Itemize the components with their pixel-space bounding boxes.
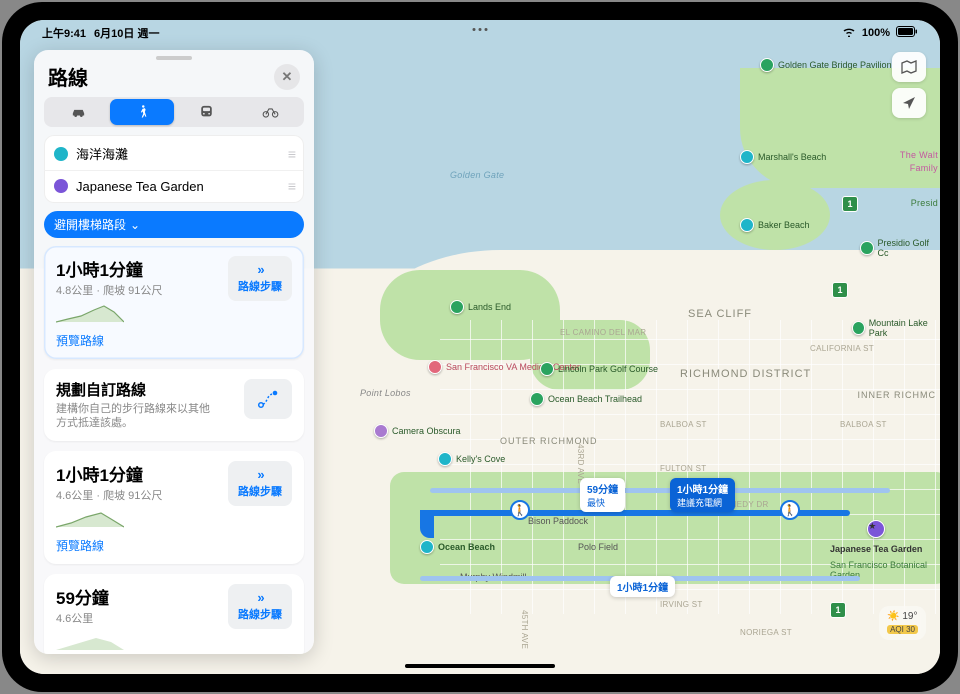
battery-percent: 100% <box>862 27 890 39</box>
street-balboa2: BALBOA ST <box>840 420 887 429</box>
label-seacliff: SEA CLIFF <box>688 308 752 320</box>
battery-icon <box>896 26 918 40</box>
origin-dot-icon <box>54 147 68 161</box>
route-time: 1小時1分鐘 <box>56 256 162 281</box>
label-inner-richmond: INNER RICHMC <box>858 390 937 400</box>
poi-mountain-lake[interactable]: Mountain Lake Park <box>852 318 940 338</box>
route-stops: 海洋海灘 ≡ Japanese Tea Garden ≡ <box>44 135 304 203</box>
street-california: CALIFORNIA ST <box>810 344 874 353</box>
chevrons-right-icon: » <box>238 590 282 605</box>
walker-icon: 🚶 <box>510 500 530 520</box>
shield-1a: 1 <box>842 196 858 212</box>
callout-1h[interactable]: 1小時1分鐘建議充電網 <box>670 478 735 512</box>
poi-polo[interactable]: Polo Field <box>578 542 618 552</box>
poi-lincoln-park[interactable]: Lincoln Park Golf Course <box>540 362 658 376</box>
label-walt: The Walt <box>900 150 938 160</box>
callout-1h-alt[interactable]: 1小時1分鐘 <box>610 576 675 597</box>
home-indicator[interactable] <box>405 664 555 668</box>
poi-bridge-pavilion[interactable]: Golden Gate Bridge Pavilion <box>760 58 892 72</box>
walker-icon-2: 🚶 <box>780 500 800 520</box>
mode-walk[interactable] <box>110 99 174 125</box>
poi-camera-obscura[interactable]: Camera Obscura <box>374 424 461 438</box>
multitask-dots[interactable] <box>473 28 488 31</box>
label-point-lobos: Point Lobos <box>360 388 411 398</box>
stop-to-label: Japanese Tea Garden <box>76 179 204 194</box>
route-steps-button[interactable]: » 路線步驟 <box>228 461 292 506</box>
chevrons-right-icon: » <box>238 262 282 277</box>
shield-1b: 1 <box>832 282 848 298</box>
poi-bison[interactable]: Bison Paddock <box>528 516 588 526</box>
elevation-graph-icon <box>56 302 124 324</box>
street-irving: IRVING ST <box>660 600 703 609</box>
weather-widget[interactable]: ☀️ 19° AQI 30 <box>879 606 926 640</box>
custom-route-card[interactable]: 規劃自訂路線 建構你自己的步行路線來以其他方式抵達該處。 <box>44 369 304 441</box>
poi-baker-beach[interactable]: Baker Beach <box>740 218 810 232</box>
poi-tea-garden[interactable]: ★Japanese Tea Garden <box>830 520 922 554</box>
elevation-graph-icon <box>56 630 124 652</box>
mode-transit[interactable] <box>174 99 238 125</box>
poi-marshalls-beach[interactable]: Marshall's Beach <box>740 150 826 164</box>
route-steps-button[interactable]: » 路線步驟 <box>228 584 292 629</box>
status-date: 6月10日 週一 <box>94 25 159 41</box>
chevrons-right-icon: » <box>238 467 282 482</box>
street-noriega: NORIEGA ST <box>740 628 792 637</box>
custom-route-icon <box>244 379 292 419</box>
poi-kellys-cove[interactable]: Kelly's Cove <box>438 452 505 466</box>
panel-grabber[interactable] <box>156 56 192 60</box>
elevation-graph-icon <box>56 507 124 529</box>
label-family: Family <box>910 163 938 173</box>
street-fulton: FULTON ST <box>660 464 706 473</box>
route-option-2[interactable]: 1小時1分鐘 4.6公里 · 爬坡 91公尺 » 路線步驟 預覽路線 <box>44 451 304 564</box>
chevron-down-icon: ⌄ <box>130 218 140 232</box>
reorder-handle-icon[interactable]: ≡ <box>288 178 294 194</box>
mode-car[interactable] <box>46 99 110 125</box>
stop-from[interactable]: 海洋海灘 ≡ <box>44 137 304 170</box>
directions-panel: 路線 ✕ 海洋海灘 <box>34 50 314 654</box>
route-sub: 4.8公里 · 爬坡 91公尺 <box>56 282 162 298</box>
map-mode-button[interactable] <box>892 52 926 82</box>
route-time: 1小時1分鐘 <box>56 461 162 486</box>
avoid-options-chip[interactable]: 避開樓梯路段 ⌄ <box>44 211 304 238</box>
callout-59[interactable]: 59分鐘最快 <box>580 478 625 512</box>
custom-route-desc: 建構你自己的步行路線來以其他方式抵達該處。 <box>56 402 216 431</box>
poi-ocean-beach[interactable]: Ocean Beach <box>420 540 495 554</box>
poi-lands-end[interactable]: Lands End <box>450 300 511 314</box>
panel-title: 路線 <box>48 62 88 91</box>
poi-presidio-golf[interactable]: Presidio Golf Cc <box>860 238 940 258</box>
shield-1c: 1 <box>830 602 846 618</box>
route-sub: 4.6公里 <box>56 610 124 626</box>
status-bar: 上午9:41 6月10日 週一 100% <box>20 20 940 42</box>
destination-dot-icon <box>54 179 68 193</box>
label-richmond: RICHMOND DISTRICT <box>680 368 811 380</box>
stop-from-label: 海洋海灘 <box>76 144 128 163</box>
street-45th: 45TH AVE <box>520 610 529 649</box>
mode-bike[interactable] <box>238 99 302 125</box>
street-camino: EL CAMINO DEL MAR <box>560 328 646 337</box>
route-sub: 4.6公里 · 爬坡 91公尺 <box>56 487 162 503</box>
label-presid: Presid <box>911 198 938 208</box>
preview-link[interactable]: 預覽路線 <box>56 332 292 349</box>
close-button[interactable]: ✕ <box>274 64 300 90</box>
street-balboa: BALBOA ST <box>660 420 707 429</box>
custom-route-title: 規劃自訂路線 <box>56 379 216 400</box>
stop-to[interactable]: Japanese Tea Garden ≡ <box>44 170 304 201</box>
poi-ob-trailhead[interactable]: Ocean Beach Trailhead <box>530 392 642 406</box>
status-time: 上午9:41 <box>42 25 86 41</box>
wifi-icon <box>842 26 856 40</box>
transport-mode-segmented <box>44 97 304 127</box>
preview-link[interactable]: 預覽路線 <box>56 537 292 554</box>
route-option-3[interactable]: 59分鐘 4.6公里 » 路線步驟 <box>44 574 304 654</box>
locate-button[interactable] <box>892 88 926 118</box>
route-steps-button[interactable]: » 路線步驟 <box>228 256 292 301</box>
label-golden-gate: Golden Gate <box>450 170 504 180</box>
reorder-handle-icon[interactable]: ≡ <box>288 146 294 162</box>
route-time: 59分鐘 <box>56 584 124 609</box>
route-option-1[interactable]: 1小時1分鐘 4.8公里 · 爬坡 91公尺 » 路線步驟 預覽路線 <box>44 246 304 359</box>
